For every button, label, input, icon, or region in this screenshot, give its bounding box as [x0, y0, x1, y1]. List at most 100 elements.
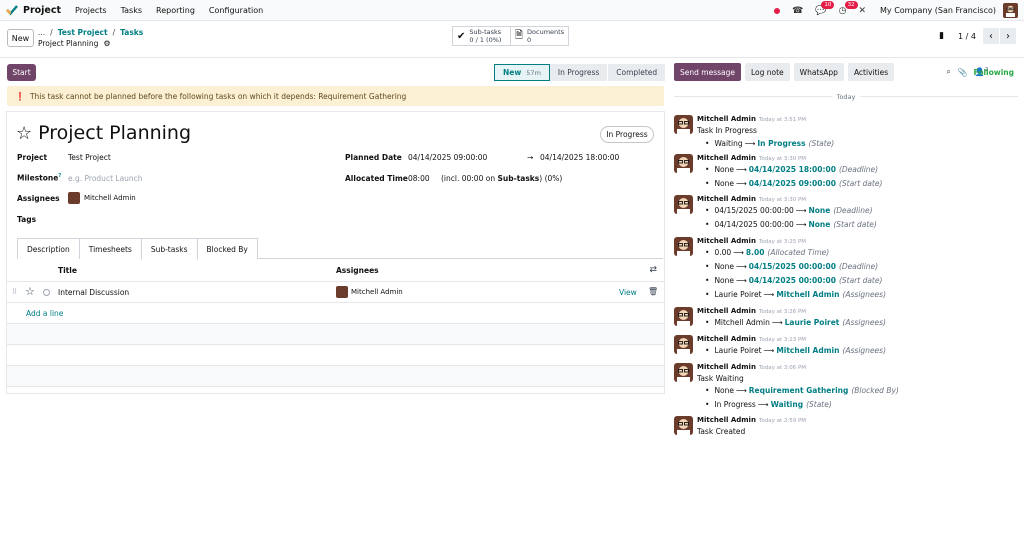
systray: ☎ 💬 10 ◷ 32 ✕ My Company (San Francisco): [762, 0, 1018, 21]
drag-handle-icon[interactable]: ⠿: [12, 288, 17, 296]
author-name[interactable]: Mitchell Admin: [697, 154, 756, 162]
assignee-avatar: [68, 192, 80, 204]
tab-blocked-by[interactable]: Blocked By: [196, 238, 258, 259]
app-name[interactable]: Project: [23, 5, 61, 16]
subtask-assignee[interactable]: Mitchell Admin: [336, 286, 403, 298]
user-avatar[interactable]: [1003, 3, 1018, 18]
debug-tools-icon[interactable]: ✕: [858, 6, 866, 16]
author-name[interactable]: Mitchell Admin: [697, 416, 756, 424]
author-avatar[interactable]: [674, 195, 693, 214]
author-avatar[interactable]: [674, 416, 693, 435]
control-panel: New ... / Test Project / Tasks Project P…: [0, 22, 1024, 58]
archive-icon[interactable]: ▮: [939, 31, 944, 41]
stage-in-progress[interactable]: In Progress: [549, 64, 609, 81]
author-name[interactable]: Mitchell Admin: [697, 363, 756, 371]
subtask-title[interactable]: Internal Discussion: [58, 288, 129, 297]
project-app-icon[interactable]: [6, 4, 18, 16]
new-button[interactable]: New: [7, 29, 34, 47]
phone-icon[interactable]: ☎: [792, 6, 803, 16]
optional-columns-icon[interactable]: ⇄: [649, 265, 657, 275]
menu-projects[interactable]: Projects: [75, 6, 107, 15]
start-button[interactable]: Start: [7, 64, 36, 81]
send-message-button[interactable]: Send message: [674, 63, 741, 81]
breadcrumb: ... / Test Project / Tasks Project Plann…: [38, 28, 144, 48]
menu-tasks[interactable]: Tasks: [121, 6, 142, 15]
stage-new[interactable]: New 57m: [494, 64, 550, 81]
day-separator: Today: [674, 93, 1018, 106]
company-switcher[interactable]: My Company (San Francisco): [880, 6, 996, 15]
pager-value[interactable]: 1 / 4: [958, 32, 976, 41]
pager-prev-button[interactable]: ‹: [983, 28, 999, 44]
author-avatar[interactable]: [674, 363, 693, 382]
empty-row: [7, 366, 664, 387]
add-line-row: Add a line: [7, 303, 664, 324]
star-icon[interactable]: ☆: [16, 123, 32, 144]
project-field[interactable]: Test Project: [68, 153, 111, 162]
recording-dot-icon[interactable]: [774, 7, 781, 14]
pager-next-button[interactable]: ›: [1000, 28, 1016, 44]
column-title[interactable]: Title: [58, 266, 77, 275]
author-name[interactable]: Mitchell Admin: [697, 195, 756, 203]
tab-description[interactable]: Description: [17, 238, 80, 259]
tracking-line: • In Progress ⟶ Waiting (State): [705, 400, 832, 409]
tracking-line: • 04/14/2025 00:00:00 ⟶ None (Start date): [705, 220, 877, 229]
state-circle-icon[interactable]: [43, 289, 50, 296]
author-avatar[interactable]: [674, 115, 693, 134]
messages-icon[interactable]: 💬 10: [815, 0, 835, 16]
assignee-avatar: [336, 286, 348, 298]
assignees-field[interactable]: Mitchell Admin: [68, 192, 136, 204]
breadcrumb-tasks[interactable]: Tasks: [120, 28, 143, 37]
author-name[interactable]: Mitchell Admin: [697, 115, 756, 123]
view-button[interactable]: View: [619, 288, 637, 297]
planned-date-label: Planned Date: [345, 153, 402, 162]
star-icon[interactable]: ☆: [25, 285, 35, 298]
menu-configuration[interactable]: Configuration: [209, 6, 263, 15]
task-title[interactable]: Project Planning: [38, 122, 191, 144]
table-row[interactable]: ⠿ ☆ Internal Discussion Mitchell Admin V…: [7, 282, 664, 303]
tracking-line: • None ⟶ Requirement Gathering (Blocked By): [705, 386, 899, 395]
subtasks-smart-button[interactable]: ✔ Sub-tasks 0 / 1 (0%): [452, 26, 511, 46]
tracking-line: • 0.00 ⟶ 8.00 (Allocated Time): [705, 248, 830, 257]
state-selector[interactable]: In Progress: [600, 126, 654, 143]
search-icon[interactable]: ⌕: [946, 67, 950, 77]
message-body: Task In Progress: [697, 126, 757, 135]
milestone-label: Milestone?: [17, 173, 62, 183]
column-assignees[interactable]: Assignees: [336, 266, 379, 275]
messages-badge: 10: [821, 0, 835, 9]
allocated-time-field[interactable]: 08:00: [408, 174, 430, 183]
author-name[interactable]: Mitchell Admin: [697, 335, 756, 343]
whatsapp-button[interactable]: WhatsApp: [793, 63, 844, 81]
author-name[interactable]: Mitchell Admin: [697, 237, 756, 245]
planned-end-field[interactable]: 04/14/2025 18:00:00: [540, 153, 619, 162]
trash-icon[interactable]: 🗑: [648, 287, 658, 296]
info-icon: ❗: [15, 91, 25, 101]
log-note-button[interactable]: Log note: [744, 63, 790, 81]
following-button[interactable]: Following: [974, 68, 1014, 77]
author-avatar[interactable]: [674, 335, 693, 354]
add-line-link[interactable]: Add a line: [26, 309, 63, 318]
tab-timesheets[interactable]: Timesheets: [78, 238, 142, 259]
author-name[interactable]: Mitchell Admin: [697, 307, 756, 315]
activity-clock-icon[interactable]: ◷ 32: [839, 0, 858, 16]
paperclip-icon[interactable]: 📎: [958, 68, 968, 77]
menu-reporting[interactable]: Reporting: [156, 6, 195, 15]
document-icon: 🗎: [515, 29, 524, 41]
tab-sub-tasks[interactable]: Sub-tasks: [140, 238, 198, 260]
author-avatar[interactable]: [674, 307, 693, 326]
activities-button[interactable]: Activities: [847, 63, 895, 81]
breadcrumb-ellipsis[interactable]: ...: [38, 28, 45, 37]
message-body: Task Waiting: [697, 374, 744, 383]
dependency-warning: ❗ This task cannot be planned before the…: [7, 86, 664, 106]
milestone-field[interactable]: e.g. Product Launch: [68, 174, 143, 183]
gear-icon[interactable]: ⚙: [103, 39, 110, 48]
author-avatar[interactable]: [674, 237, 693, 256]
breadcrumb-test-project[interactable]: Test Project: [58, 28, 108, 37]
author-avatar[interactable]: [674, 154, 693, 173]
planned-start-field[interactable]: 04/14/2025 09:00:00: [408, 153, 487, 162]
allocated-time-note: (incl. 00:00 on Sub-tasks) (0%): [441, 174, 563, 183]
allocated-time-label: Allocated Time: [345, 174, 408, 183]
chatter-topbar: Send message Log note WhatsApp Activitie…: [674, 63, 898, 81]
documents-smart-button[interactable]: 🗎 Documents 0: [510, 26, 569, 46]
stage-completed[interactable]: Completed: [608, 64, 667, 81]
stage-statusbar: New 57m In Progress Completed: [494, 64, 667, 81]
